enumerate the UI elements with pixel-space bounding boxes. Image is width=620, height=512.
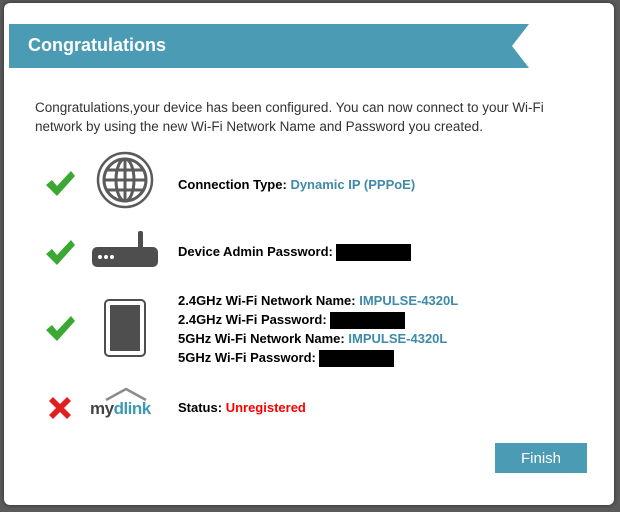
connection-type-label: Connection Type: bbox=[178, 177, 287, 192]
wifi5-name-line: 5GHz Wi-Fi Network Name: IMPULSE-4320L bbox=[178, 331, 447, 346]
finish-button[interactable]: Finish bbox=[495, 443, 587, 473]
globe-icon bbox=[96, 151, 154, 209]
dialog-title: Congratulations bbox=[28, 35, 166, 55]
title-banner: Congratulations bbox=[9, 24, 529, 68]
admin-password-redacted bbox=[336, 244, 412, 262]
connection-type-line: Connection Type: Dynamic IP (PPPoE) bbox=[178, 177, 415, 192]
tablet-icon bbox=[104, 299, 146, 357]
setup-complete-dialog: Congratulations Congratulations,your dev… bbox=[4, 3, 614, 505]
checkmark-icon bbox=[46, 171, 75, 196]
checkmark-icon bbox=[46, 316, 75, 341]
wifi5-password-redacted bbox=[319, 350, 395, 368]
mydlink-status-line: Status: Unregistered bbox=[178, 400, 306, 415]
connection-type-value: Dynamic IP (PPPoE) bbox=[290, 177, 416, 192]
checkmark-icon bbox=[46, 240, 75, 265]
wifi24-name-value: IMPULSE-4320L bbox=[359, 293, 459, 308]
wifi24-password-redacted bbox=[330, 312, 406, 330]
admin-password-label: Device Admin Password: bbox=[178, 244, 333, 259]
wifi5-password-label: 5GHz Wi-Fi Password: bbox=[178, 350, 316, 365]
wifi24-name-label: 2.4GHz Wi-Fi Network Name: bbox=[178, 293, 356, 308]
admin-password-line: Device Admin Password: bbox=[178, 244, 412, 262]
mydlink-logo: mydlink bbox=[90, 387, 160, 427]
mydlink-status-label: Status: bbox=[178, 400, 223, 415]
wifi24-name-line: 2.4GHz Wi-Fi Network Name: IMPULSE-4320L bbox=[178, 293, 458, 308]
x-icon bbox=[49, 397, 71, 419]
intro-text: Congratulations,your device has been con… bbox=[35, 100, 544, 134]
wifi5-name-label: 5GHz Wi-Fi Network Name: bbox=[178, 331, 345, 346]
wifi24-password-label: 2.4GHz Wi-Fi Password: bbox=[178, 312, 327, 327]
wifi24-password-line: 2.4GHz Wi-Fi Password: bbox=[178, 312, 406, 330]
router-icon bbox=[92, 231, 158, 267]
mydlink-status-value: Unregistered bbox=[225, 400, 306, 415]
wifi5-name-value: IMPULSE-4320L bbox=[348, 331, 448, 346]
wifi5-password-line: 5GHz Wi-Fi Password: bbox=[178, 350, 395, 368]
mydlink-wordmark: mydlink bbox=[90, 399, 151, 418]
